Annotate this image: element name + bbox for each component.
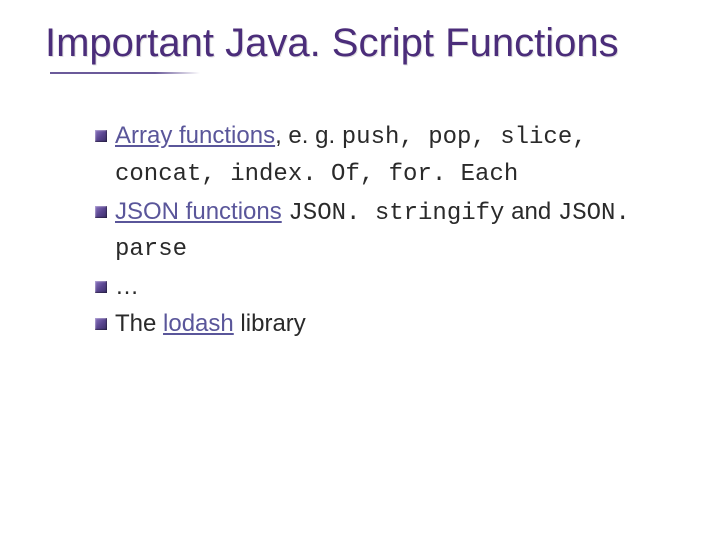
list-item: Array functions, e. g. push, pop, slice,… — [95, 119, 670, 193]
list-item-text: JSON functions JSON. stringify and JSON.… — [115, 195, 670, 269]
list-item-text: The lodash library — [115, 307, 670, 342]
json-functions-link[interactable]: JSON functions — [115, 198, 282, 225]
list-item-text: Array functions, e. g. push, pop, slice,… — [115, 119, 670, 193]
diamond-bullet-icon — [95, 318, 107, 330]
list-item-text: … — [115, 270, 670, 305]
slide-title: Important Java. Script Functions — [45, 20, 690, 66]
code-text: JSON. stringify — [288, 200, 504, 227]
lodash-link[interactable]: lodash — [163, 310, 234, 337]
bullet-list: Array functions, e. g. push, pop, slice,… — [95, 119, 670, 342]
diamond-bullet-icon — [95, 130, 107, 142]
list-item: JSON functions JSON. stringify and JSON.… — [95, 195, 670, 269]
array-functions-link[interactable]: Array functions — [115, 122, 275, 149]
text: and — [504, 198, 557, 225]
list-item: The lodash library — [95, 307, 670, 342]
title-underline — [50, 72, 200, 74]
text: The — [115, 310, 163, 337]
text: library — [234, 310, 306, 337]
list-item: … — [95, 270, 670, 305]
diamond-bullet-icon — [95, 206, 107, 218]
slide: Important Java. Script Functions Array f… — [0, 0, 720, 540]
text: , e. g. — [275, 122, 342, 149]
diamond-bullet-icon — [95, 281, 107, 293]
